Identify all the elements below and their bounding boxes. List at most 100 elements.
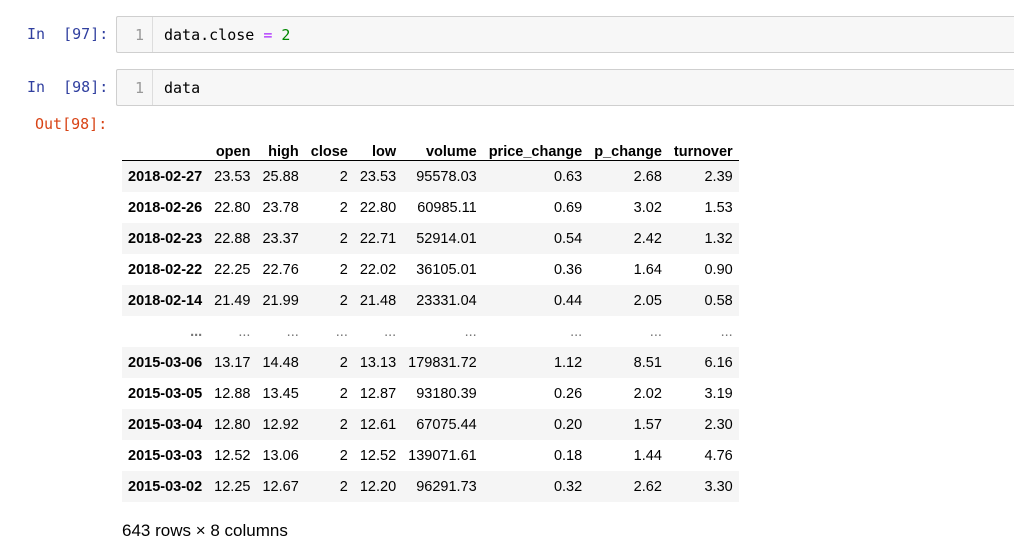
table-cell: 21.99 bbox=[262, 292, 299, 309]
table-cell: 0.32 bbox=[553, 478, 583, 495]
table-row: 2015-03-06 13.17 14.48 2 13.13 179831.72 1.12 8… bbox=[122, 347, 739, 378]
row-index: 2015-03-02 bbox=[128, 478, 203, 495]
code-text: data.close = 2 bbox=[164, 17, 290, 54]
table-cell: ... bbox=[464, 323, 477, 340]
table-cell: 12.80 bbox=[214, 416, 251, 433]
table-cell: 0.69 bbox=[553, 199, 583, 216]
table-cell: 139071.61 bbox=[408, 447, 477, 464]
table-cell: 2.42 bbox=[633, 230, 662, 247]
table-cell: 23.53 bbox=[359, 168, 397, 185]
table-cell: 25.88 bbox=[262, 168, 299, 185]
table-cell: 2.30 bbox=[704, 416, 733, 433]
column-header: low bbox=[353, 129, 403, 161]
row-index: 2018-02-27 bbox=[128, 168, 203, 185]
row-index: 2015-03-05 bbox=[128, 385, 203, 402]
table-cell: 2 bbox=[339, 199, 348, 216]
table-cell: 14.48 bbox=[262, 354, 299, 371]
table-row: 2015-03-04 12.80 12.92 2 12.61 67075.44 0.20 1.… bbox=[122, 409, 739, 440]
table-row: 2015-03-02 12.25 12.67 2 12.20 96291.73 0.32 2.… bbox=[122, 471, 739, 502]
dataframe-table: open high close low volume price_change … bbox=[122, 129, 739, 502]
row-index: 2015-03-03 bbox=[128, 447, 203, 464]
table-cell: 23.78 bbox=[262, 199, 299, 216]
table-cell: 1.32 bbox=[704, 230, 733, 247]
table-cell: 12.25 bbox=[214, 478, 251, 495]
table-cell: 93180.39 bbox=[416, 385, 477, 402]
column-header: p_change bbox=[588, 129, 668, 161]
table-cell: 12.20 bbox=[359, 478, 397, 495]
column-header: high bbox=[256, 129, 305, 161]
table-cell: 2.02 bbox=[633, 385, 662, 402]
table-cell: 22.02 bbox=[359, 261, 397, 278]
table-cell: 23331.04 bbox=[416, 292, 477, 309]
table-cell: 1.44 bbox=[633, 447, 662, 464]
table-cell: ... bbox=[286, 323, 299, 340]
table-row: 2018-02-22 22.25 22.76 2 22.02 36105.01 0.36 1.… bbox=[122, 254, 739, 285]
table-cell: 12.87 bbox=[359, 385, 397, 402]
table-cell: 3.02 bbox=[633, 199, 662, 216]
column-header: open bbox=[208, 129, 257, 161]
table-cell: 22.71 bbox=[359, 230, 397, 247]
code-operator: = bbox=[263, 26, 273, 44]
table-cell: ... bbox=[720, 323, 733, 340]
table-cell: 22.25 bbox=[214, 261, 251, 278]
table-cell: 179831.72 bbox=[408, 354, 477, 371]
table-cell: ... bbox=[335, 323, 348, 340]
table-cell: ... bbox=[238, 323, 251, 340]
table-cell: 2.39 bbox=[704, 168, 733, 185]
table-cell: 0.63 bbox=[553, 168, 583, 185]
table-row: 2018-02-26 22.80 23.78 2 22.80 60985.11 0.69 3.… bbox=[122, 192, 739, 223]
table-cell: 6.16 bbox=[704, 354, 733, 371]
table-row: 2018-02-14 21.49 21.99 2 21.48 23331.04 0.44 2.… bbox=[122, 285, 739, 316]
shape-summary: 643 rows × 8 columns bbox=[122, 521, 288, 540]
column-header: turnover bbox=[667, 129, 739, 161]
index-header bbox=[122, 129, 209, 161]
table-cell: 0.20 bbox=[553, 416, 583, 433]
table-cell: ... bbox=[384, 323, 397, 340]
table-cell: 23.37 bbox=[262, 230, 299, 247]
table-cell: 60985.11 bbox=[417, 199, 477, 216]
table-cell: 8.51 bbox=[633, 354, 662, 371]
table-cell: 12.52 bbox=[214, 447, 251, 464]
table-cell: 3.30 bbox=[704, 478, 733, 495]
table-cell: 12.92 bbox=[262, 416, 299, 433]
line-number: 1 bbox=[117, 17, 153, 52]
row-index: ... bbox=[190, 323, 203, 340]
table-cell: 2 bbox=[339, 416, 348, 433]
code-text: data bbox=[164, 79, 201, 97]
table-row: 2015-03-03 12.52 13.06 2 12.52 139071.61 0.18 1… bbox=[122, 440, 739, 471]
input-prompt-98: In [98]: bbox=[27, 78, 109, 96]
code-cell-98[interactable]: 1 data bbox=[116, 69, 1014, 106]
input-prompt-97: In [97]: bbox=[27, 25, 109, 43]
table-row: ........................... bbox=[122, 316, 739, 347]
table-header-row: open high close low volume price_change … bbox=[122, 129, 739, 161]
table-cell: 2.68 bbox=[633, 168, 662, 185]
table-cell: 22.80 bbox=[359, 199, 397, 216]
table-cell: 23.53 bbox=[214, 168, 251, 185]
table-cell: 22.76 bbox=[262, 261, 299, 278]
table-row: 2018-02-27 23.53 25.88 2 23.53 95578.03 0.63 2.… bbox=[122, 160, 739, 192]
table-cell: 2 bbox=[339, 230, 348, 247]
table-cell: 1.64 bbox=[633, 261, 662, 278]
table-cell: 12.61 bbox=[359, 416, 397, 433]
table-cell: 1.57 bbox=[633, 416, 662, 433]
table-cell: 67075.44 bbox=[416, 416, 477, 433]
code-cell-97[interactable]: 1 data.close = 2 bbox=[116, 16, 1014, 53]
table-cell: 96291.73 bbox=[416, 478, 477, 495]
table-row: 2015-03-05 12.88 13.45 2 12.87 93180.39 0.26 2.… bbox=[122, 378, 739, 409]
table-cell: 0.26 bbox=[553, 385, 583, 402]
table-cell: 2 bbox=[339, 478, 348, 495]
table-cell: 2 bbox=[339, 292, 348, 309]
output-prompt-98: Out[98]: bbox=[35, 115, 108, 133]
table-cell: 2 bbox=[339, 354, 348, 371]
table-cell: 0.44 bbox=[553, 292, 583, 309]
row-index: 2015-03-06 bbox=[128, 354, 203, 371]
row-index: 2018-02-22 bbox=[128, 261, 203, 278]
table-cell: 2 bbox=[339, 385, 348, 402]
table-cell: 3.19 bbox=[704, 385, 733, 402]
table-cell: ... bbox=[570, 323, 583, 340]
table-cell: 22.88 bbox=[214, 230, 251, 247]
table-cell: 2 bbox=[339, 261, 348, 278]
code-number: 2 bbox=[281, 26, 291, 44]
row-index: 2018-02-23 bbox=[128, 230, 203, 247]
table-row: 2018-02-23 22.88 23.37 2 22.71 52914.01 0.54 2.… bbox=[122, 223, 739, 254]
